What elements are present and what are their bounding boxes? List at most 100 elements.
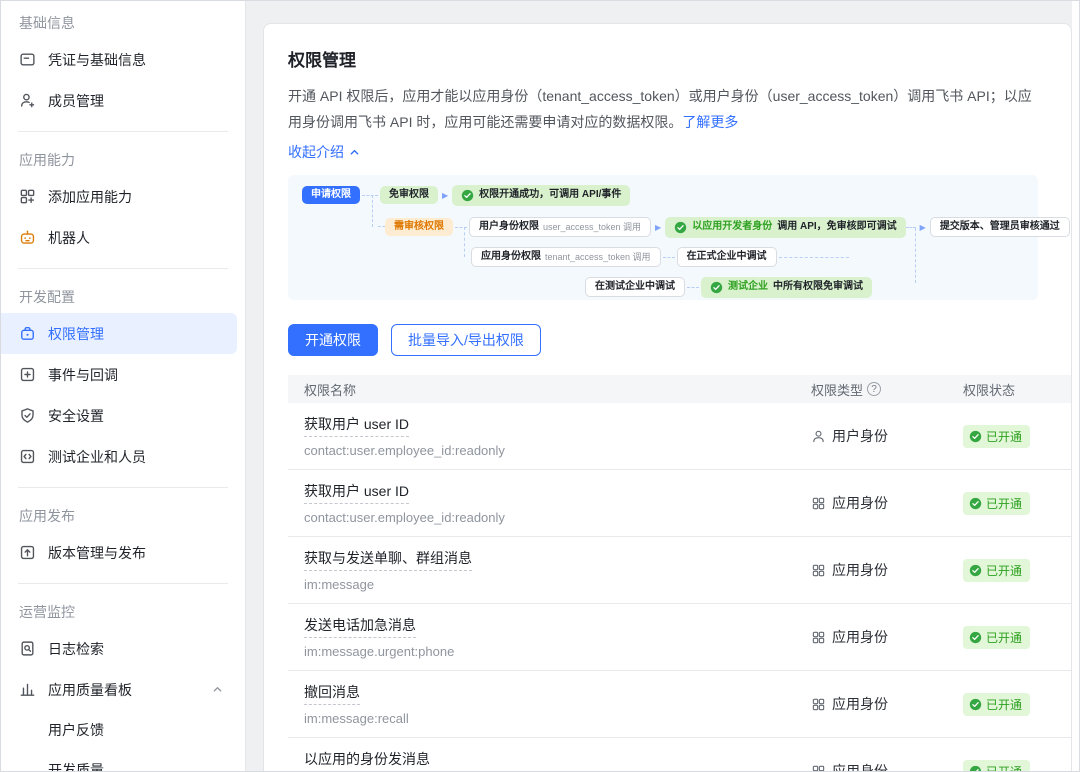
app-identity-icon — [811, 630, 826, 645]
permission-name-cell: 发送电话加急消息 im:message.urgent:phone — [304, 615, 811, 659]
content-card: 权限管理 开通 API 权限后，应用才能以应用身份（tenant_access_… — [263, 23, 1072, 771]
open-permission-button[interactable]: 开通权限 — [288, 324, 378, 356]
sidebar-item-quality-dashboard[interactable]: 应用质量看板 — [1, 669, 237, 710]
sidebar-divider — [18, 131, 228, 132]
sidebar-subitem-dev-quality[interactable]: 开发质量 — [1, 750, 245, 771]
sidebar-item-add-capability[interactable]: 添加应用能力 — [1, 176, 237, 217]
bar-chart-icon — [19, 681, 36, 698]
permission-type-cell: 应用身份 — [811, 560, 963, 580]
table-row[interactable]: 以应用的身份发消息 im:message:send_as_bot 应用身份 已开… — [288, 738, 1071, 771]
status-label: 已开通 — [986, 763, 1022, 772]
sidebar-item-label: 事件与回调 — [48, 365, 118, 385]
permission-code: contact:user.employee_id:readonly — [304, 510, 811, 525]
status-badge: 已开通 — [963, 760, 1030, 772]
description-text: 开通 API 权限后，应用才能以应用身份（tenant_access_token… — [288, 88, 1032, 130]
flow-node-label: 调用 API，免审核即可调试 — [777, 222, 896, 232]
permission-table: 权限名称 权限类型 ? 权限状态 获取用户 user ID contact:us… — [288, 375, 1071, 771]
permission-lock-icon — [19, 325, 36, 342]
batch-import-export-button[interactable]: 批量导入/导出权限 — [391, 324, 541, 356]
sidebar-item-label: 日志检索 — [48, 639, 104, 659]
permission-type-cell: 应用身份 — [811, 694, 963, 714]
permission-code: contact:user.employee_id:readonly — [304, 443, 811, 458]
sidebar-item-events[interactable]: 事件与回调 — [1, 354, 237, 395]
flow-node-label: 权限开通成功，可调用 API/事件 — [479, 190, 621, 200]
sidebar-item-bot[interactable]: 机器人 — [1, 217, 237, 258]
flow-node-test-free: 测试企业中所有权限免审调试 — [701, 277, 872, 298]
flow-arrow-icon: ▶ — [920, 223, 926, 232]
permission-type: 用户身份 — [832, 426, 888, 446]
flow-node-test-debug: 在测试企业中调试 — [585, 277, 685, 297]
section-header-basic-info: 基础信息 — [1, 5, 245, 39]
learn-more-link[interactable]: 了解更多 — [682, 114, 738, 130]
permission-code: im:message.urgent:phone — [304, 644, 811, 659]
section-header-release: 应用发布 — [1, 498, 245, 532]
user-identity-icon — [811, 429, 826, 444]
flow-node-dev-debug: 以应用开发者身份调用 API，免审核即可调试 — [665, 217, 905, 238]
page-title: 权限管理 — [288, 46, 1071, 71]
check-circle-icon — [969, 564, 982, 577]
check-circle-icon — [461, 189, 474, 202]
grid-plus-icon — [19, 188, 36, 205]
sidebar-subitem-user-feedback[interactable]: 用户反馈 — [1, 710, 245, 750]
sidebar-item-test-enterprise[interactable]: 测试企业和人员 — [1, 436, 237, 477]
table-row[interactable]: 获取用户 user ID contact:user.employee_id:re… — [288, 470, 1071, 537]
sidebar-item-version-release[interactable]: 版本管理与发布 — [1, 532, 237, 573]
sidebar-item-label: 权限管理 — [48, 324, 104, 344]
permission-name[interactable]: 发送电话加急消息 — [304, 615, 416, 638]
status-badge: 已开通 — [963, 559, 1030, 582]
collapse-intro-link[interactable]: 收起介绍 — [288, 142, 360, 162]
sidebar-item-security[interactable]: 安全设置 — [1, 395, 237, 436]
shield-check-icon — [19, 407, 36, 424]
permission-name[interactable]: 获取与发送单聊、群组消息 — [304, 548, 472, 571]
flow-connector — [378, 226, 385, 227]
status-label: 已开通 — [986, 495, 1022, 512]
sidebar-divider — [18, 487, 228, 488]
chevron-up-icon — [349, 147, 360, 158]
flow-node-formal-debug: 在正式企业中调试 — [677, 247, 777, 267]
table-row[interactable]: 获取与发送单聊、群组消息 im:message 应用身份 已开通 — [288, 537, 1071, 604]
scrollbar-track[interactable] — [1072, 1, 1079, 771]
check-circle-icon — [969, 698, 982, 711]
app-identity-icon — [811, 563, 826, 578]
sidebar-item-log-search[interactable]: 日志检索 — [1, 628, 237, 669]
check-circle-icon — [674, 221, 687, 234]
id-card-icon — [19, 51, 36, 68]
chevron-up-icon[interactable] — [212, 684, 223, 695]
sidebar-item-members[interactable]: 成员管理 — [1, 80, 237, 121]
section-header-monitoring: 运营监控 — [1, 594, 245, 628]
check-circle-icon — [969, 631, 982, 644]
member-add-icon — [19, 92, 36, 109]
flow-node-free: 免审权限 — [380, 186, 438, 204]
table-row[interactable]: 发送电话加急消息 im:message.urgent:phone 应用身份 已开… — [288, 604, 1071, 671]
table-row[interactable]: 撤回消息 im:message:recall 应用身份 已开通 — [288, 671, 1071, 738]
log-search-icon — [19, 640, 36, 657]
section-header-capability: 应用能力 — [1, 142, 245, 176]
permission-name[interactable]: 以应用的身份发消息 — [304, 749, 430, 771]
table-row[interactable]: 获取用户 user ID contact:user.employee_id:re… — [288, 403, 1071, 470]
permission-name[interactable]: 获取用户 user ID — [304, 481, 409, 504]
permission-name-cell: 以应用的身份发消息 im:message:send_as_bot — [304, 749, 811, 771]
permission-type-cell: 应用身份 — [811, 627, 963, 647]
check-circle-icon — [969, 497, 982, 510]
permission-type-cell: 应用身份 — [811, 493, 963, 513]
status-label: 已开通 — [986, 562, 1022, 579]
sidebar-item-credentials[interactable]: 凭证与基础信息 — [1, 39, 237, 80]
sidebar-item-label: 版本管理与发布 — [48, 543, 146, 563]
help-icon[interactable]: ? — [867, 382, 881, 396]
column-header-type: 权限类型 ? — [811, 380, 963, 399]
permission-code: im:message — [304, 577, 811, 592]
status-badge: 已开通 — [963, 425, 1030, 448]
permission-type-cell: 应用身份 — [811, 761, 963, 771]
flow-node-highlight: 测试企业 — [728, 282, 768, 292]
permission-type-cell: 用户身份 — [811, 426, 963, 446]
sidebar-item-permission[interactable]: 权限管理 — [1, 313, 237, 354]
column-header-name: 权限名称 — [304, 380, 811, 399]
sidebar-subitem-label: 用户反馈 — [48, 720, 104, 740]
sidebar-divider — [18, 583, 228, 584]
permission-name[interactable]: 撤回消息 — [304, 682, 360, 705]
status-badge: 已开通 — [963, 626, 1030, 649]
app-identity-icon — [811, 496, 826, 511]
flow-node-label: 应用身份权限 — [481, 252, 541, 262]
permission-name[interactable]: 获取用户 user ID — [304, 414, 409, 437]
app-identity-icon — [811, 764, 826, 772]
